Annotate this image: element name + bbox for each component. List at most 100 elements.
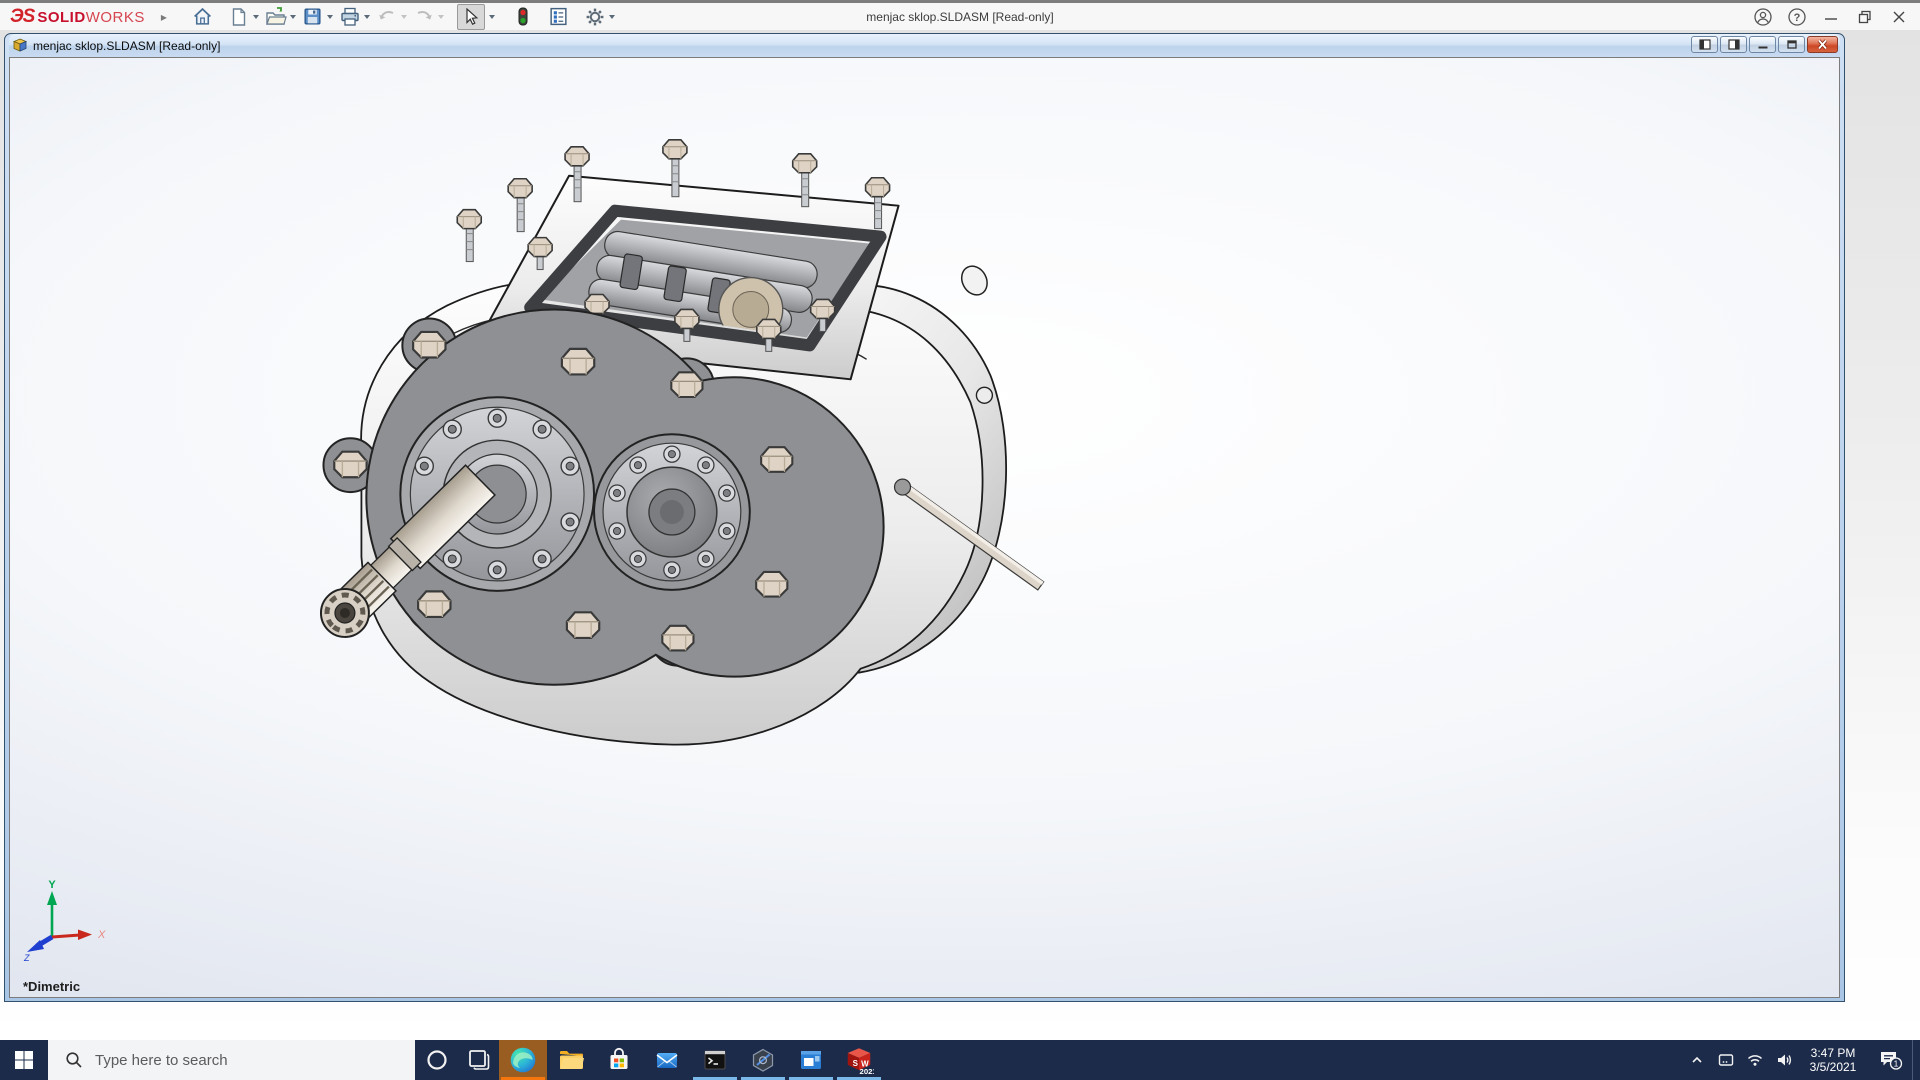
wifi-icon — [1746, 1051, 1764, 1069]
volume-icon — [1775, 1051, 1793, 1069]
taskbar-clock[interactable]: 3:47 PM 3/5/2021 — [1798, 1046, 1868, 1074]
print-dropdown[interactable] — [364, 15, 370, 19]
document-window-controls — [1689, 36, 1838, 53]
select-tool-group — [457, 5, 499, 29]
taskbar-search[interactable] — [48, 1040, 415, 1080]
minimize-icon — [1824, 10, 1838, 24]
cortana-icon — [425, 1048, 449, 1072]
doc-close-icon — [1816, 39, 1829, 50]
tray-expand-button[interactable] — [1682, 1040, 1711, 1080]
pane-left-icon — [1699, 39, 1711, 50]
account-button[interactable] — [1746, 3, 1780, 30]
close-button[interactable] — [1882, 3, 1916, 30]
undo-button[interactable] — [373, 5, 401, 29]
command-prompt-icon — [701, 1046, 729, 1074]
system-tray: 3:47 PM 3/5/2021 1 — [1682, 1040, 1920, 1080]
print-button[interactable] — [336, 5, 364, 29]
svg-text:S: S — [853, 1059, 859, 1068]
open-dropdown[interactable] — [290, 15, 296, 19]
windows-logo-icon — [13, 1049, 35, 1071]
save-icon — [302, 6, 323, 27]
print-icon — [339, 6, 361, 28]
taskbar-app-mail[interactable] — [643, 1040, 691, 1080]
hexagon-app-icon — [749, 1046, 777, 1074]
solidworks-logo-mark: ЭS — [10, 6, 34, 28]
triad-z-label: Z — [23, 953, 30, 963]
undo-dropdown[interactable] — [401, 15, 407, 19]
svg-text:?: ? — [1794, 12, 1801, 24]
save-button[interactable] — [299, 5, 327, 29]
main-titlebar: ЭS SOLID WORKS ▸ — [0, 3, 1920, 31]
application-title: menjac sklop.SLDASM [Read-only] — [866, 3, 1053, 30]
new-document-dropdown[interactable] — [253, 15, 259, 19]
view-orientation-label: *Dimetric — [23, 979, 80, 994]
doc-restore-button[interactable] — [1778, 36, 1805, 53]
triad-x-label: X — [97, 929, 106, 941]
taskbar-app-solidworks[interactable]: S W 2021 — [835, 1040, 883, 1080]
restore-button[interactable] — [1848, 3, 1882, 30]
doc-minimize-icon — [1757, 39, 1769, 50]
doc-pane-right-button[interactable] — [1720, 36, 1747, 53]
notification-count-badge: 1 — [1894, 1059, 1899, 1069]
redo-icon — [413, 6, 435, 28]
save-dropdown[interactable] — [327, 15, 333, 19]
taskbar-app-store[interactable] — [595, 1040, 643, 1080]
orientation-triad: Y X Z — [18, 879, 110, 971]
help-icon: ? — [1787, 7, 1807, 27]
graphics-viewport[interactable]: Y X Z *Dimetric — [9, 57, 1840, 998]
task-view-button[interactable] — [459, 1040, 499, 1080]
tray-tablet-button[interactable] — [1711, 1040, 1740, 1080]
taskbar-app-command-prompt[interactable] — [691, 1040, 739, 1080]
options-button[interactable] — [581, 5, 609, 29]
cortana-button[interactable] — [415, 1040, 459, 1080]
solidworks-2021-icon: S W 2021 — [844, 1045, 874, 1075]
rebuild-button[interactable] — [509, 5, 537, 29]
doc-minimize-button[interactable] — [1749, 36, 1776, 53]
taskbar-app-file-explorer[interactable] — [547, 1040, 595, 1080]
select-tool-button[interactable] — [457, 4, 485, 30]
gearbox-assembly-model — [10, 58, 1839, 997]
tray-volume-button[interactable] — [1769, 1040, 1798, 1080]
titlebar-right-controls: ? — [1746, 3, 1916, 30]
options-dropdown[interactable] — [609, 15, 615, 19]
taskbar-app-hexagon-dev[interactable] — [739, 1040, 787, 1080]
triad-y-label: Y — [48, 879, 56, 891]
file-properties-button[interactable] — [545, 5, 573, 29]
new-document-icon — [229, 7, 249, 27]
start-button[interactable] — [0, 1040, 48, 1080]
search-input[interactable] — [93, 1051, 415, 1070]
tray-network-button[interactable] — [1740, 1040, 1769, 1080]
redo-dropdown[interactable] — [438, 15, 444, 19]
select-tool-dropdown[interactable] — [485, 5, 499, 29]
doc-restore-icon — [1786, 39, 1798, 50]
action-center-button[interactable]: 1 — [1868, 1040, 1912, 1080]
taskbar-app-media[interactable] — [787, 1040, 835, 1080]
solidworks-year-badge: 2021 — [860, 1067, 874, 1075]
doc-close-button[interactable] — [1807, 36, 1838, 53]
help-button[interactable]: ? — [1780, 3, 1814, 30]
document-window: menjac sklop.SLDASM [Read-only] — [4, 33, 1845, 1002]
show-desktop-button[interactable] — [1912, 1040, 1920, 1080]
new-document-button[interactable] — [225, 5, 253, 29]
home-button[interactable] — [189, 5, 217, 29]
microsoft-store-icon — [605, 1046, 633, 1074]
brand-works-text: WORKS — [86, 9, 145, 26]
solidworks-logo: ЭS SOLID WORKS — [10, 6, 145, 28]
options-gear-icon — [584, 6, 606, 28]
file-properties-icon — [548, 6, 569, 27]
pane-right-icon — [1728, 39, 1740, 50]
doc-pane-left-button[interactable] — [1691, 36, 1718, 53]
undo-icon — [376, 6, 398, 28]
menu-flyout-arrow-icon[interactable]: ▸ — [161, 10, 167, 24]
file-explorer-icon — [557, 1046, 585, 1074]
document-titlebar[interactable]: menjac sklop.SLDASM [Read-only] — [9, 34, 1840, 57]
brand-solid-text: SOLID — [37, 9, 85, 26]
open-button[interactable] — [262, 5, 290, 29]
redo-button[interactable] — [410, 5, 438, 29]
solidworks-application: ЭS SOLID WORKS ▸ — [0, 0, 1920, 1080]
taskbar-app-edge[interactable] — [499, 1040, 547, 1080]
minimize-button[interactable] — [1814, 3, 1848, 30]
notifications-icon: 1 — [1877, 1049, 1903, 1071]
clock-date: 3/5/2021 — [1810, 1060, 1857, 1074]
clock-time: 3:47 PM — [1811, 1046, 1856, 1060]
